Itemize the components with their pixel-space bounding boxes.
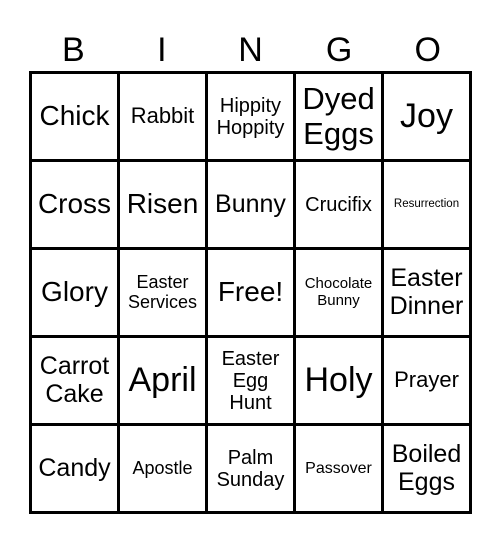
header-letter-o: O bbox=[414, 31, 441, 69]
header-letter-n: N bbox=[238, 31, 263, 69]
bingo-header: B I N G O bbox=[29, 28, 472, 72]
bingo-cell[interactable]: Holy bbox=[296, 338, 384, 426]
bingo-cell[interactable]: Risen bbox=[120, 162, 208, 250]
bingo-cell[interactable]: April bbox=[120, 338, 208, 426]
bingo-cell[interactable]: Resurrection bbox=[384, 162, 472, 250]
bingo-cell[interactable]: Candy bbox=[32, 426, 120, 514]
bingo-cell[interactable]: Carrot Cake bbox=[32, 338, 120, 426]
header-letter-i: I bbox=[157, 31, 167, 69]
bingo-grid: Chick Rabbit Hippity Hoppity Dyed Eggs J… bbox=[29, 71, 472, 514]
bingo-cell[interactable]: Prayer bbox=[384, 338, 472, 426]
header-letter-b: B bbox=[61, 31, 85, 69]
bingo-cell[interactable]: Passover bbox=[296, 426, 384, 514]
bingo-cell[interactable]: Dyed Eggs bbox=[296, 74, 384, 162]
bingo-cell[interactable]: Bunny bbox=[208, 162, 296, 250]
bingo-cell[interactable]: Crucifix bbox=[296, 162, 384, 250]
bingo-cell[interactable]: Apostle bbox=[120, 426, 208, 514]
bingo-cell[interactable]: Palm Sunday bbox=[208, 426, 296, 514]
bingo-cell[interactable]: Easter Egg Hunt bbox=[208, 338, 296, 426]
bingo-cell[interactable]: Glory bbox=[32, 250, 120, 338]
bingo-cell[interactable]: Joy bbox=[384, 74, 472, 162]
bingo-cell[interactable]: Chocolate Bunny bbox=[296, 250, 384, 338]
bingo-cell[interactable]: Easter Dinner bbox=[384, 250, 472, 338]
bingo-cell[interactable]: Chick bbox=[32, 74, 120, 162]
bingo-cell[interactable]: Easter Services bbox=[120, 250, 208, 338]
bingo-cell[interactable]: Rabbit bbox=[120, 74, 208, 162]
bingo-cell[interactable]: Cross bbox=[32, 162, 120, 250]
header-letter-g: G bbox=[325, 31, 353, 69]
bingo-cell[interactable]: Hippity Hoppity bbox=[208, 74, 296, 162]
free-space[interactable]: Free! bbox=[208, 250, 296, 338]
bingo-cell[interactable]: Boiled Eggs bbox=[384, 426, 472, 514]
